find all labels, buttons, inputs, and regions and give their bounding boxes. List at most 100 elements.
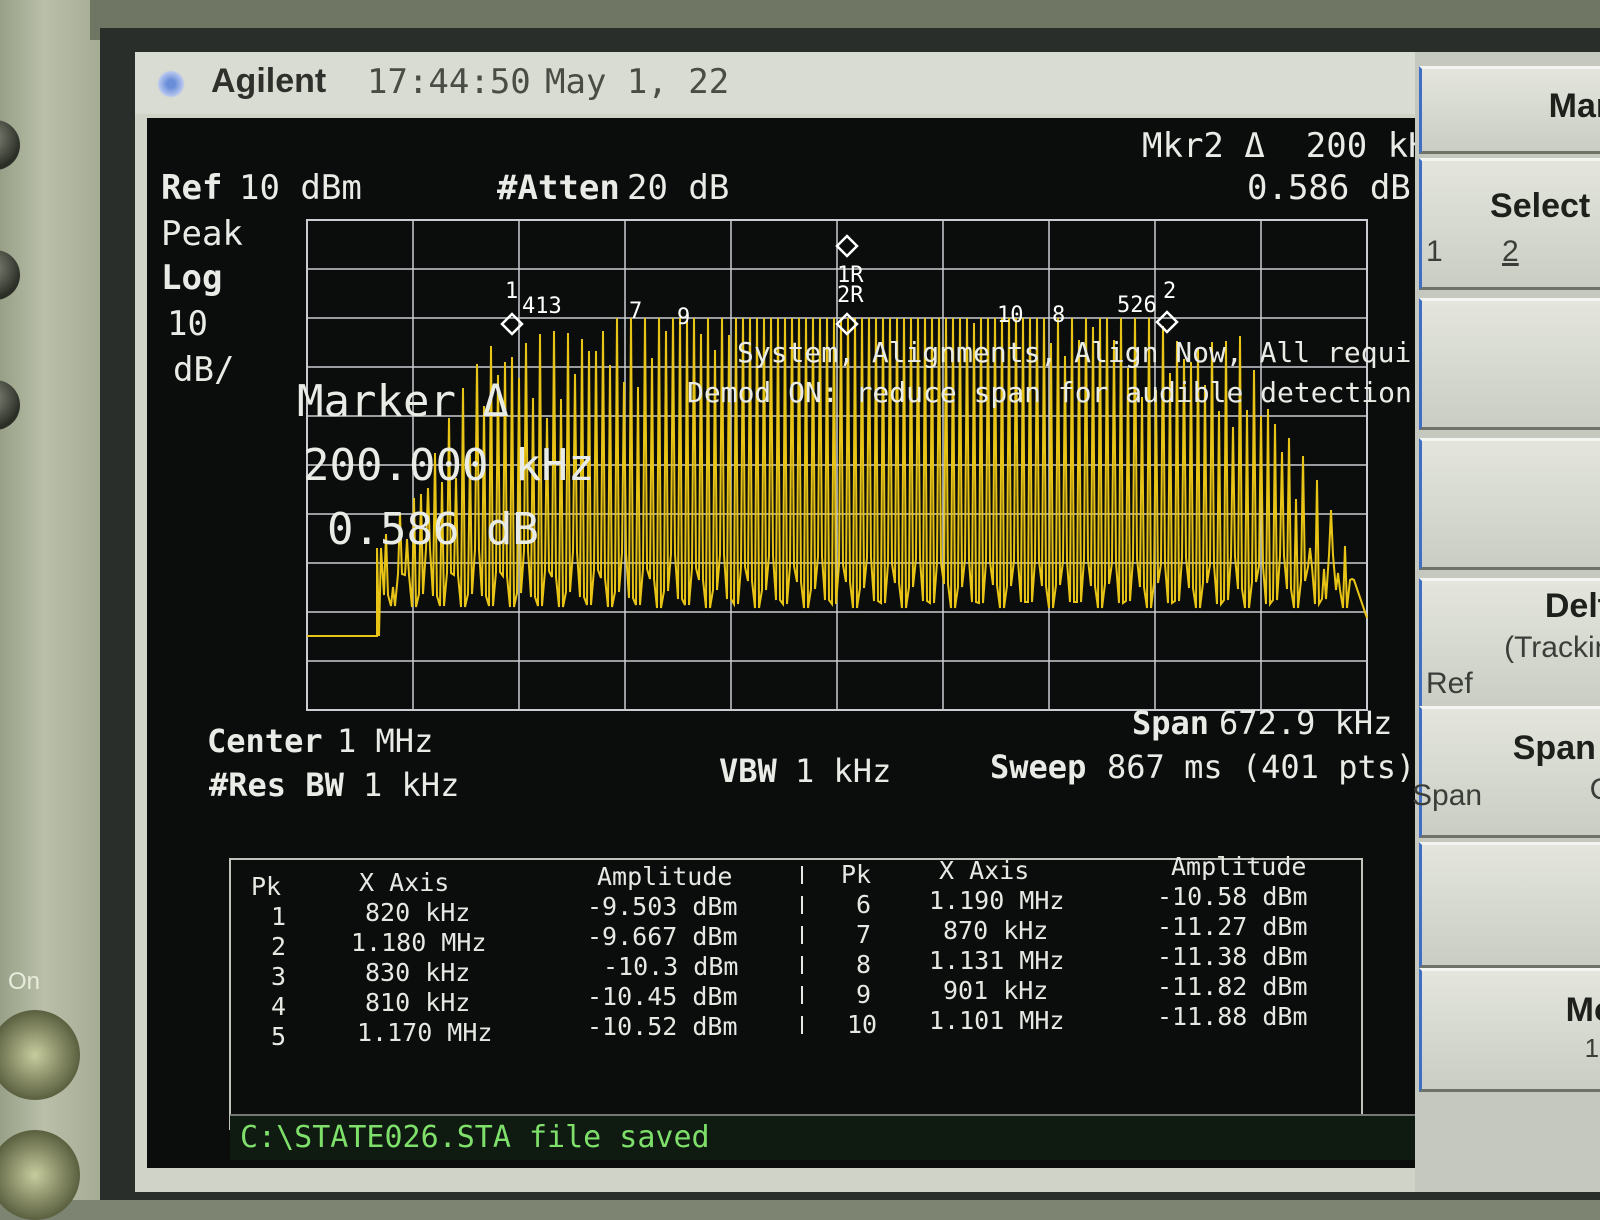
scale-unit: dB/ (173, 350, 235, 390)
span-pair-span: Span (1412, 779, 1483, 812)
message-line-2: Demod ON: reduce span for audible detect… (687, 376, 1412, 409)
pk-amplitude: -11.27 dBm (1157, 912, 1308, 941)
scale-type: Log (161, 258, 223, 298)
marker-label: 413 (522, 294, 562, 319)
power-on-label: On (8, 968, 41, 995)
pk-x-value: 820 kHz (365, 898, 471, 927)
marker-label: 10 (997, 303, 1024, 328)
table-header-x: X Axis (359, 868, 450, 897)
marker-readout-line2: 0.586 dB (1247, 168, 1411, 208)
table-header-x-2: X Axis (939, 856, 1030, 885)
power-button[interactable] (0, 1010, 80, 1100)
clock-date: May 1, 22 (545, 62, 730, 102)
pk-number: 10 (847, 1010, 878, 1039)
ref-value: 10 dBm (239, 168, 362, 208)
pk-number: 4 (271, 992, 287, 1021)
softkey-normal[interactable]: N (1419, 298, 1600, 430)
pk-number: 2 (271, 932, 287, 961)
pk-number: 6 (856, 890, 872, 919)
peak-table: Pk X Axis Amplitude Pk X Axis Amplitude … (229, 852, 1363, 1130)
marker-overlay-freq: 200.000 kHz (303, 440, 595, 491)
marker-label: 1 (505, 279, 518, 304)
table-header-pk: Pk (251, 872, 282, 901)
pk-x-value: 830 kHz (365, 958, 471, 987)
agilent-logo-icon (157, 70, 185, 98)
softkey-blank[interactable] (1419, 438, 1600, 570)
softkey-delta[interactable]: Delta (Tracking Ref (1419, 578, 1600, 710)
pk-number: 8 (856, 950, 872, 979)
select-marker-label: Select M (1490, 187, 1600, 225)
brand-name: Agilent (211, 62, 327, 100)
softkey-more[interactable]: Mor 1 of (1419, 968, 1600, 1092)
table-divider (801, 866, 803, 1036)
pk-amplitude: -11.88 dBm (1157, 1002, 1308, 1031)
marker-label: 2 (1163, 279, 1176, 304)
marker-label: 7 (629, 299, 642, 324)
message-line-1: System, Alignments, Align Now, All requi… (737, 336, 1462, 369)
delta-label: Delta (1544, 587, 1600, 625)
rbw-label: #Res BW (209, 766, 344, 804)
pk-number: 3 (271, 962, 287, 991)
sweep-label: Sweep (990, 748, 1087, 786)
pk-amplitude: -9.503 dBm (587, 892, 738, 921)
marker-label: 9 (677, 305, 690, 330)
marker-symbols: 1413 7 91R2R10 8 5262 (500, 234, 1179, 336)
marker-overlay-amp: 0.586 dB (327, 504, 539, 555)
analyzer-screen: Agilent 17:44:50 May 1, 22 Ref 10 dBm #A… (135, 52, 1600, 1192)
marker-label: 2R (837, 283, 864, 308)
pk-x-value: 901 kHz (943, 976, 1049, 1005)
softkey-blank-2[interactable] (1419, 842, 1600, 968)
sweep-value: 867 ms (401 pts) (1107, 748, 1416, 786)
marker-diamond (835, 234, 859, 258)
pk-number: 5 (271, 1022, 287, 1051)
select-marker-2: 2 (1502, 235, 1519, 268)
vbw-value: 1 kHz (795, 752, 892, 790)
menu-title: Mark (1548, 87, 1600, 125)
rbw-value: 1 kHz (363, 766, 460, 804)
pk-x-value: 1.180 MHz (351, 928, 487, 957)
softkey-span-pair[interactable]: Span P Span Ce (1412, 706, 1600, 838)
pk-amplitude: -10.45 dBm (587, 982, 738, 1011)
atten-value: 20 dB (627, 168, 730, 208)
detector-mode: Peak (161, 214, 243, 254)
atten-label: #Atten (497, 168, 620, 208)
scale-value: 10 (167, 304, 208, 344)
clock-time: 17:44:50 (367, 62, 531, 102)
standby-button[interactable] (0, 1130, 80, 1220)
measurement-display: Ref 10 dBm #Atten 20 dB Mkr2 Δ 200 kHz 0… (147, 118, 1462, 1168)
span-pair-center: Ce (1590, 773, 1600, 807)
pk-x-value: 1.131 MHz (929, 946, 1065, 975)
title-bar: Agilent 17:44:50 May 1, 22 (135, 52, 1425, 114)
pk-amplitude: -10.3 dBm (603, 952, 739, 981)
softkey-panel: Mark Select M 1 2 N Delta (Tracking Ref … (1412, 52, 1600, 1192)
pk-amplitude: -11.38 dBm (1157, 942, 1308, 971)
marker-label: 8 (1052, 303, 1065, 328)
ref-label: Ref (161, 168, 223, 208)
marker-overlay-title: Marker Δ (297, 376, 509, 427)
softkey-select-marker[interactable]: Select M 1 2 (1419, 158, 1600, 290)
front-panel-knob[interactable] (0, 380, 20, 430)
pk-number: 7 (856, 920, 872, 949)
table-header-pk-2: Pk (841, 860, 872, 889)
instrument-bezel: On (0, 0, 110, 1220)
pk-x-value: 1.170 MHz (357, 1018, 493, 1047)
pk-x-value: 1.190 MHz (929, 886, 1065, 915)
softkey-menu-title: Mark (1419, 66, 1600, 154)
more-page-label: 1 of (1584, 1033, 1600, 1063)
pk-x-value: 810 kHz (365, 988, 471, 1017)
marker-diamond (1155, 310, 1179, 334)
pk-amplitude: -10.52 dBm (587, 1012, 738, 1041)
center-value: 1 MHz (337, 722, 434, 760)
select-marker-1: 1 (1426, 235, 1443, 268)
pk-amplitude: -10.58 dBm (1157, 882, 1308, 911)
pk-number: 1 (271, 902, 287, 931)
pk-amplitude: -9.667 dBm (587, 922, 738, 951)
span-value: 672.9 kHz (1219, 704, 1393, 742)
front-panel-knob[interactable] (0, 120, 20, 170)
delta-sub-label: (Tracking (1504, 631, 1600, 664)
more-label: Mor (1565, 991, 1600, 1029)
front-panel-knob[interactable] (0, 250, 20, 300)
marker-label: 526 (1117, 293, 1157, 318)
delta-ref-label: Ref (1426, 667, 1473, 700)
pk-number: 9 (856, 980, 872, 1009)
